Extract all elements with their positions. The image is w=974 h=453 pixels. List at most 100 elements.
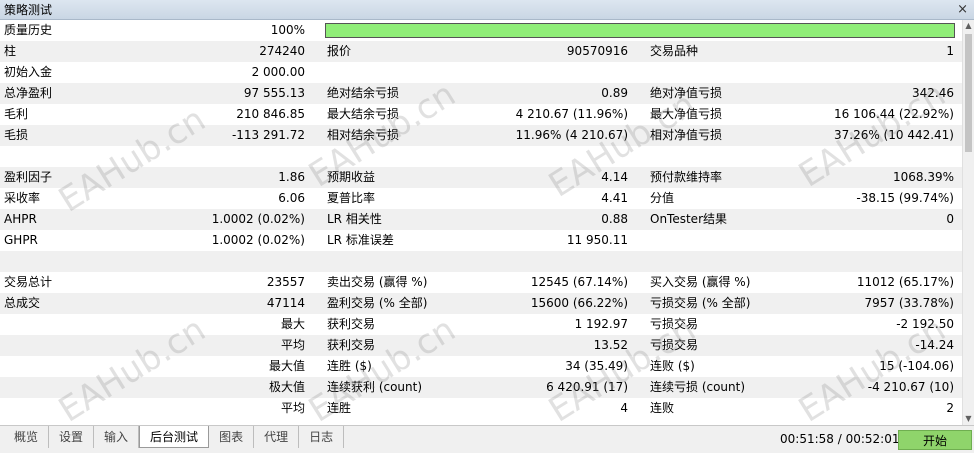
- label-balance-dd-max: 最大结余亏损: [327, 107, 400, 121]
- label-sharpe-ratio: 夏普比率: [327, 191, 376, 205]
- value-balance-dd-abs: 0.89: [601, 86, 628, 100]
- label-largest-profit: 获利交易: [327, 317, 376, 331]
- value-largest-profit: 1 192.97: [574, 317, 628, 331]
- row-gross-loss: 毛损 -113 291.72 相对结余亏损 11.96% (4 210.67) …: [0, 125, 962, 146]
- value-z-score: -38.15 (99.74%): [856, 191, 954, 205]
- label-maximal: 极大值: [268, 380, 305, 394]
- tab-agents[interactable]: 代理: [254, 426, 300, 448]
- row-spacer: [0, 251, 962, 272]
- value-initial-deposit: 2 000.00: [251, 65, 305, 79]
- label-equity-dd-rel: 相对净值亏损: [650, 128, 723, 142]
- label-balance-dd-rel: 相对结余亏损: [327, 128, 400, 142]
- label-largest-loss: 亏损交易: [650, 317, 699, 331]
- tab-backtest[interactable]: 后台测试: [139, 426, 210, 448]
- label-total-trades: 交易总计: [4, 275, 53, 289]
- tab-settings[interactable]: 设置: [49, 426, 95, 448]
- label-ghpr: GHPR: [4, 233, 38, 247]
- label-equity-dd-abs: 绝对净值亏损: [650, 86, 723, 100]
- row-deposit: 初始入金 2 000.00: [0, 62, 962, 83]
- value-max-consec-wins: 34 (35.49): [565, 359, 628, 373]
- value-total-deals: 47114: [266, 296, 305, 310]
- value-balance-dd-rel: 11.96% (4 210.67): [515, 128, 628, 142]
- row-quality: 质量历史 100%: [0, 20, 962, 41]
- close-icon[interactable]: ×: [957, 2, 968, 17]
- label-initial-deposit: 初始入金: [4, 65, 53, 79]
- value-average-loss: -14.24: [915, 338, 954, 352]
- value-short-trades: 12545 (67.14%): [530, 275, 628, 289]
- title-bar: 策略测试 ×: [0, 0, 974, 20]
- row-max-consecutive: 最大值 连胜 ($) 34 (35.49) 连败 ($) 15 (-104.06…: [0, 356, 962, 377]
- label-gross-loss: 毛损: [4, 128, 29, 142]
- label-ticks: 报价: [327, 44, 352, 58]
- label-equity-dd-max: 最大净值亏损: [650, 107, 723, 121]
- value-profit-factor: 1.86: [278, 170, 305, 184]
- value-recovery-factor: 6.06: [278, 191, 305, 205]
- scroll-up-icon[interactable]: ▲: [963, 20, 974, 32]
- row-recovery: 采收率 6.06 夏普比率 4.41 分值 -38.15 (99.74%): [0, 188, 962, 209]
- label-short-trades: 卖出交易 (赢得 %): [327, 275, 428, 289]
- label-long-trades: 买入交易 (赢得 %): [650, 275, 751, 289]
- bottom-tab-bar: 概览 设置 输入 后台测试 图表 代理 日志 00:51:58 / 00:52:…: [0, 425, 974, 453]
- value-balance-dd-max: 4 210.67 (11.96%): [515, 107, 628, 121]
- value-ticks: 90570916: [566, 44, 628, 58]
- scroll-down-icon[interactable]: ▼: [963, 413, 974, 425]
- scrollbar-thumb[interactable]: [965, 34, 972, 152]
- value-maximal-consec-profit: 6 420.91 (17): [546, 380, 628, 394]
- label-ontester: OnTester结果: [650, 212, 727, 226]
- value-gross-profit: 210 846.85: [236, 107, 305, 121]
- label-maximum: 最大值: [268, 359, 305, 373]
- value-avg-consec-wins: 4: [620, 401, 628, 415]
- row-net-profit: 总净盈利 97 555.13 绝对结余亏损 0.89 绝对净值亏损 342.46: [0, 83, 962, 104]
- row-ahpr: AHPR 1.0002 (0.02%) LR 相关性 0.88 OnTester…: [0, 209, 962, 230]
- value-quality: 100%: [270, 23, 305, 37]
- row-largest: 最大 获利交易 1 192.97 亏损交易 -2 192.50: [0, 314, 962, 335]
- label-total-deals: 总成交: [4, 296, 41, 310]
- tab-graph[interactable]: 图表: [209, 426, 255, 448]
- label-largest: 最大: [280, 317, 305, 331]
- tab-journal[interactable]: 日志: [299, 426, 345, 448]
- value-total-trades: 23557: [266, 275, 305, 289]
- tab-inputs[interactable]: 输入: [94, 426, 140, 448]
- value-ahpr: 1.0002 (0.02%): [211, 212, 305, 226]
- label-maximal-consec-profit: 连续获利 (count): [327, 380, 423, 394]
- value-ghpr: 1.0002 (0.02%): [211, 233, 305, 247]
- label-ahpr: AHPR: [4, 212, 37, 226]
- label-average-profit: 获利交易: [327, 338, 376, 352]
- elapsed-timer: 00:51:58 / 00:52:01: [780, 432, 900, 446]
- tab-list: 概览 设置 输入 后台测试 图表 代理 日志: [4, 426, 345, 448]
- value-sharpe-ratio: 4.41: [601, 191, 628, 205]
- backtest-report: 质量历史 100% 柱 274240 报价 90570916 交易品种 1 初始…: [0, 20, 962, 425]
- value-largest-loss: -2 192.50: [896, 317, 954, 331]
- label-quality: 质量历史: [4, 23, 53, 37]
- value-lr-std-error: 11 950.11: [566, 233, 628, 247]
- label-symbols: 交易品种: [650, 44, 699, 58]
- value-max-consec-losses: 15 (-104.06): [879, 359, 954, 373]
- label-profit-factor: 盈利因子: [4, 170, 53, 184]
- label-profit-trades: 盈利交易 (% 全部): [327, 296, 428, 310]
- row-profit-factor: 盈利因子 1.86 预期收益 4.14 预付款维持率 1068.39%: [0, 167, 962, 188]
- label-loss-trades: 亏损交易 (% 全部): [650, 296, 751, 310]
- label-expected-payoff: 预期收益: [327, 170, 376, 184]
- value-ontester: 0: [946, 212, 954, 226]
- vertical-scrollbar[interactable]: ▲ ▼: [962, 20, 974, 425]
- start-button[interactable]: 开始: [898, 430, 972, 450]
- row-avg-consecutive: 平均 连胜 4 连败 2: [0, 398, 962, 419]
- value-profit-trades: 15600 (66.22%): [530, 296, 628, 310]
- value-net-profit: 97 555.13: [243, 86, 305, 100]
- label-average: 平均: [280, 338, 305, 352]
- tab-overview[interactable]: 概览: [4, 426, 50, 448]
- row-spacer: [0, 146, 962, 167]
- label-gross-profit: 毛利: [4, 107, 29, 121]
- label-recovery-factor: 采收率: [4, 191, 41, 205]
- label-avg-consec-wins: 连胜: [327, 401, 352, 415]
- label-average-loss: 亏损交易: [650, 338, 699, 352]
- value-average-profit: 13.52: [593, 338, 628, 352]
- value-lr-correlation: 0.88: [601, 212, 628, 226]
- value-maximal-consec-loss: -4 210.67 (10): [867, 380, 954, 394]
- value-equity-dd-rel: 37.26% (10 442.41): [833, 128, 954, 142]
- value-loss-trades: 7957 (33.78%): [864, 296, 954, 310]
- label-lr-correlation: LR 相关性: [327, 212, 382, 226]
- strategy-tester-window: 策略测试 × 质量历史 100% 柱 274240 报价 90570916 交易…: [0, 0, 974, 453]
- label-bars: 柱: [4, 44, 17, 58]
- row-total-deals: 总成交 47114 盈利交易 (% 全部) 15600 (66.22%) 亏损交…: [0, 293, 962, 314]
